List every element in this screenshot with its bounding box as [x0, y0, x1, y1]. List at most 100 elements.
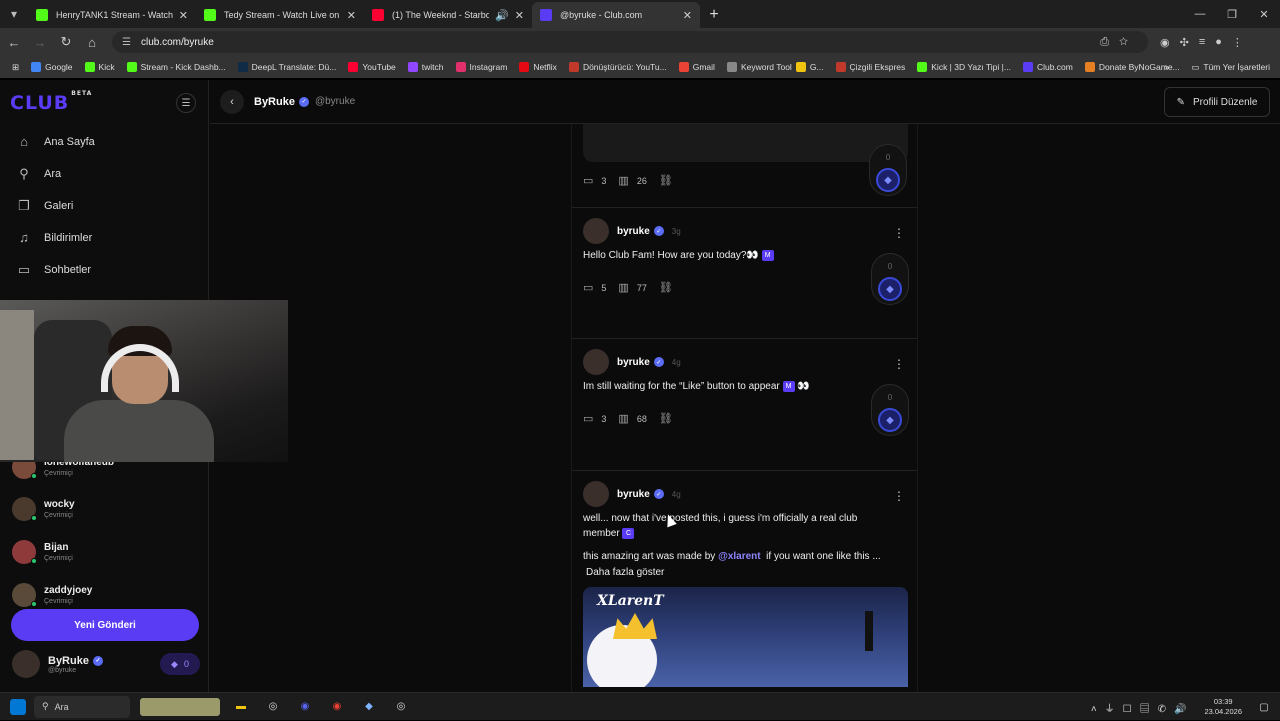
- contact-item[interactable]: zaddyjoey Çevrimiçi: [12, 583, 92, 607]
- contact-item[interactable]: Bijan Çevrimiçi: [12, 540, 73, 564]
- bookmark-star-icon[interactable]: ⎙☆: [1100, 36, 1138, 49]
- browser-tab[interactable]: HenryTANK1 Stream - Watch Li ✕: [28, 2, 196, 28]
- post-image[interactable]: XLarenT: [583, 587, 908, 687]
- extension-icon[interactable]: ◉: [1160, 36, 1170, 49]
- menu-dots-icon[interactable]: ⋮: [1232, 36, 1243, 49]
- more-options-icon[interactable]: ⋮: [893, 357, 905, 371]
- steam-icon[interactable]: ◎: [262, 698, 284, 716]
- browser-tab-active[interactable]: @byruke - Club.com ✕: [532, 2, 700, 28]
- url-input[interactable]: ☰ club.com/byruke ⎙☆: [112, 31, 1148, 53]
- taskbar-search[interactable]: ⚲ Ara: [34, 695, 130, 718]
- notification-icon[interactable]: ▢: [1254, 702, 1274, 713]
- app-icon[interactable]: ◆: [358, 698, 380, 716]
- bookmark-item[interactable]: Club.com: [1022, 62, 1073, 72]
- weather-widget-icon[interactable]: [140, 697, 220, 716]
- tab-close-icon[interactable]: ✕: [515, 9, 524, 22]
- bookmark-item[interactable]: Keyword Tool: [726, 62, 792, 72]
- minimize-icon[interactable]: —: [1184, 0, 1216, 28]
- comment-icon[interactable]: ▭: [583, 412, 593, 425]
- nav-home[interactable]: ⌂ Ana Sayfa: [16, 134, 95, 149]
- clock[interactable]: 03:39 23.04.2026: [1204, 697, 1242, 717]
- profile-icon[interactable]: ●: [1215, 36, 1222, 49]
- points-badge[interactable]: ◆ 0: [160, 653, 200, 675]
- post-author[interactable]: byruke: [617, 357, 650, 368]
- media-icon[interactable]: ≡: [1199, 36, 1205, 49]
- comment-count: 3: [601, 175, 607, 186]
- comment-icon[interactable]: ▭: [583, 281, 593, 294]
- bookmark-item[interactable]: Instagram: [455, 62, 507, 72]
- bookmark-item[interactable]: Çizgili Ekspres: [835, 62, 905, 72]
- puzzle-icon[interactable]: ✣: [1180, 36, 1189, 49]
- cube-like-icon[interactable]: ◆: [878, 277, 902, 301]
- back-arrow-icon[interactable]: ←: [2, 35, 26, 50]
- all-bookmarks-link[interactable]: Tüm Yer İşaretleri: [1203, 62, 1270, 72]
- chrome-icon[interactable]: ◉: [326, 698, 348, 716]
- club-logo[interactable]: CLUB BETA: [10, 90, 92, 114]
- nav-notifications[interactable]: ♫ Bildirimler: [16, 230, 92, 245]
- reload-icon[interactable]: ↻: [54, 34, 78, 50]
- like-box[interactable]: 0 ◆: [871, 253, 909, 305]
- like-box[interactable]: 0 ◆: [871, 384, 909, 436]
- bookmark-item[interactable]: G...: [795, 62, 824, 72]
- bookmark-item[interactable]: DeepL Translate: Dü...: [237, 62, 336, 72]
- more-options-icon[interactable]: ⋮: [893, 226, 905, 240]
- tray-icons[interactable]: ˄⏚☐▤✆🔊: [1091, 700, 1195, 715]
- bookmark-item[interactable]: Gmail: [678, 62, 715, 72]
- bookmark-item[interactable]: Kick: [84, 62, 115, 72]
- show-more-link[interactable]: Daha fazla göster: [586, 565, 896, 580]
- bookmark-item[interactable]: Kick | 3D Yazı Tipi |...: [917, 62, 1011, 72]
- contact-status: Çevrimiçi: [44, 598, 73, 605]
- site-info-icon[interactable]: ☰: [122, 37, 131, 48]
- more-options-icon[interactable]: ⋮: [893, 489, 905, 503]
- file-explorer-icon[interactable]: ▬: [230, 698, 252, 716]
- forward-arrow-icon[interactable]: →: [28, 35, 52, 50]
- start-icon[interactable]: [10, 698, 26, 715]
- home-browser-icon[interactable]: ⌂: [80, 35, 104, 50]
- contact-item[interactable]: wocky Çevrimiçi: [12, 497, 75, 521]
- nav-chats[interactable]: ▭ Sohbetler: [16, 262, 91, 278]
- post-author[interactable]: byruke: [617, 226, 650, 237]
- close-window-icon[interactable]: ✕: [1248, 0, 1280, 28]
- tab-close-icon[interactable]: ✕: [683, 9, 692, 22]
- comment-icon[interactable]: ▭: [583, 174, 593, 187]
- edit-profile-button[interactable]: ✎ Profili Düzenle: [1164, 87, 1270, 117]
- bookmarks-overflow-button[interactable]: »: [1165, 62, 1170, 72]
- post-author[interactable]: byruke: [617, 489, 650, 500]
- browser-tab[interactable]: Tedy Stream - Watch Live on Ki ✕: [196, 2, 364, 28]
- tab-audio-icon[interactable]: 🔊: [495, 9, 509, 22]
- bookmark-item[interactable]: Dönüştürücü: YouTu...: [568, 62, 667, 72]
- avatar[interactable]: [583, 349, 609, 375]
- nav-search[interactable]: ⚲ Ara: [16, 166, 61, 182]
- menu-toggle-icon[interactable]: ☰: [176, 93, 196, 113]
- back-button[interactable]: ‹: [220, 89, 244, 114]
- bookmark-item[interactable]: YouTube: [348, 62, 396, 72]
- cube-like-icon[interactable]: ◆: [878, 408, 902, 432]
- tab-close-icon[interactable]: ✕: [179, 9, 188, 22]
- post-body: if you want one like this ...: [766, 551, 881, 562]
- current-user[interactable]: ByRuke ✓ @byruke ◆ 0: [12, 646, 200, 682]
- link-icon[interactable]: ⛓: [659, 412, 673, 425]
- avatar[interactable]: [583, 481, 609, 507]
- bookmark-item[interactable]: Netflix: [519, 62, 557, 72]
- bookmark-item[interactable]: Stream - Kick Dashb...: [126, 62, 226, 72]
- apps-grid-icon[interactable]: ⊞: [12, 62, 19, 73]
- bookmark-item[interactable]: Google: [31, 62, 73, 72]
- tab-close-icon[interactable]: ✕: [347, 9, 356, 22]
- restore-icon[interactable]: ❐: [1216, 0, 1248, 28]
- bookmark-item[interactable]: twitch: [407, 62, 444, 72]
- bookmark-label: G...: [809, 62, 824, 72]
- browser-tab[interactable]: (1) The Weeknd - Starboy ft 🔊 ✕: [364, 2, 532, 28]
- cube-like-icon[interactable]: ◆: [876, 168, 900, 192]
- avatar[interactable]: [583, 218, 609, 244]
- deepl-icon: [237, 62, 248, 72]
- new-tab-button[interactable]: +: [700, 2, 728, 28]
- discord-icon[interactable]: ◉: [294, 698, 316, 716]
- tab-search-icon[interactable]: ▾: [0, 0, 28, 28]
- link-icon[interactable]: ⛓: [659, 174, 673, 187]
- link-icon[interactable]: ⛓: [659, 281, 673, 294]
- nav-gallery[interactable]: ❐ Galeri: [16, 198, 73, 214]
- obs-icon[interactable]: ◎: [390, 698, 412, 716]
- mention-link[interactable]: @xlarent: [718, 551, 761, 562]
- like-box[interactable]: 0 ◆: [869, 144, 907, 196]
- new-post-button[interactable]: Yeni Gönderi: [11, 609, 199, 641]
